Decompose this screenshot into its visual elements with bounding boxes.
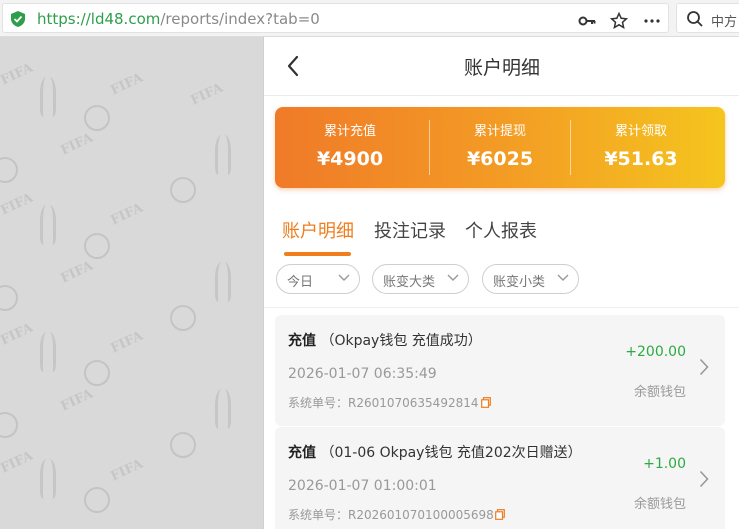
trophy-icon	[40, 205, 56, 245]
filter-label: 账变大类	[383, 275, 436, 290]
browser-toolbar: https://ld48.com/reports/index?tab=0 中方	[0, 0, 739, 37]
pattern-text: FIFA	[188, 80, 226, 109]
summary-value: ¥4900	[316, 148, 384, 170]
tab-bet-records[interactable]: 投注记录	[374, 217, 446, 243]
trophy-icon	[215, 389, 231, 429]
trophy-icon	[40, 459, 56, 499]
filter-change-subcategory[interactable]: 账变小类	[482, 264, 579, 294]
football-icon	[84, 233, 110, 259]
record-amount: +1.00	[643, 456, 686, 472]
football-icon	[170, 305, 196, 331]
chevron-down-icon	[338, 274, 350, 281]
active-tab-indicator	[284, 252, 351, 256]
filter-change-category[interactable]: 账变大类	[372, 264, 469, 294]
copy-icon[interactable]	[495, 509, 505, 520]
record-title: 充值 （Okpay钱包 充值成功）	[288, 330, 482, 350]
football-icon	[84, 360, 110, 386]
record-detail: （Okpay钱包 充值成功）	[320, 333, 482, 349]
summary-total-claimed: 累计领取 ¥51.63	[566, 107, 716, 188]
url-host: ld48.com	[90, 10, 161, 28]
browser-search[interactable]: 中方	[676, 3, 739, 33]
summary-label: 累计领取	[614, 124, 667, 139]
summary-label: 累计充值	[323, 124, 376, 139]
record-title: 充值 （01-06 Okpay钱包 充值202次日赠送）	[288, 442, 582, 462]
trophy-icon	[40, 77, 56, 117]
pattern-text: FIFA	[0, 320, 36, 349]
page-header: 账户明细	[264, 37, 739, 96]
pattern-text: FIFA	[108, 328, 146, 357]
chevron-down-icon	[557, 274, 569, 281]
more-icon[interactable]	[643, 12, 661, 30]
background-pattern: FIFA FIFA FIFA FIFA FIFA FIFA FIFA FIFA …	[0, 37, 263, 529]
football-icon	[170, 432, 196, 458]
summary-label: 累计提现	[473, 124, 526, 139]
summary-total-deposit: 累计充值 ¥4900	[275, 107, 425, 188]
record-type: 充值	[288, 445, 316, 461]
search-icon	[687, 11, 703, 27]
filter-date[interactable]: 今日	[276, 264, 360, 294]
football-icon	[84, 105, 110, 131]
copy-icon[interactable]	[481, 397, 491, 408]
pattern-text: FIFA	[108, 200, 146, 229]
football-icon	[0, 157, 18, 183]
filter-label: 账变小类	[493, 275, 546, 290]
filter-bar: 今日 账变大类 账变小类	[264, 259, 739, 308]
tab-bar: 账户明细 投注记录 个人报表	[264, 207, 739, 257]
football-icon	[0, 285, 18, 311]
record-type: 充值	[288, 333, 316, 349]
address-bar[interactable]: https://ld48.com/reports/index?tab=0	[2, 3, 669, 33]
page-title: 账户明细	[463, 57, 540, 79]
football-icon	[84, 487, 110, 513]
list-item[interactable]: 充值 （01-06 Okpay钱包 充值202次日赠送） 2026-01-07 …	[275, 427, 725, 529]
tab-personal-report[interactable]: 个人报表	[465, 217, 537, 243]
filter-label: 今日	[287, 275, 314, 290]
shield-icon[interactable]	[11, 11, 25, 27]
pattern-text: FIFA	[108, 456, 146, 485]
pattern-text: FIFA	[58, 130, 96, 159]
pattern-text: FIFA	[0, 448, 36, 477]
summary-value: ¥51.63	[604, 148, 678, 170]
record-order-number: 系统单号：R202601070100005698	[288, 508, 494, 522]
pattern-text: FIFA	[108, 70, 146, 99]
record-detail: （01-06 Okpay钱包 充值202次日赠送）	[320, 445, 582, 461]
summary-value: ¥6025	[466, 148, 534, 170]
pattern-text: FIFA	[58, 258, 96, 287]
record-list: 充值 （Okpay钱包 充值成功） 2026-01-07 06:35:49 系统…	[264, 309, 739, 529]
url-scheme: https://	[37, 10, 91, 28]
football-icon	[170, 177, 196, 203]
record-amount: +200.00	[625, 344, 686, 360]
record-time: 2026-01-07 01:00:01	[288, 478, 437, 494]
chevron-right-icon	[699, 470, 709, 488]
record-wallet: 余额钱包	[633, 385, 686, 400]
trophy-icon	[215, 135, 231, 175]
trophy-icon	[215, 262, 231, 302]
football-icon	[0, 412, 18, 438]
chevron-right-icon	[699, 358, 709, 376]
record-order-number: 系统单号：R2601070635492814	[288, 396, 479, 410]
list-item[interactable]: 充值 （Okpay钱包 充值成功） 2026-01-07 06:35:49 系统…	[275, 315, 725, 426]
search-placeholder: 中方	[711, 15, 738, 30]
tab-account-detail[interactable]: 账户明细	[282, 217, 354, 243]
trophy-icon	[40, 332, 56, 372]
pattern-text: FIFA	[58, 386, 96, 415]
summary-total-withdraw: 累计提现 ¥6025	[425, 107, 575, 188]
url-path: /reports/index?tab=0	[160, 10, 320, 28]
url-text[interactable]: https://ld48.com/reports/index?tab=0	[37, 10, 320, 28]
account-detail-panel: 账户明细 累计充值 ¥4900 累计提现 ¥6025 累计领取 ¥51.63 账…	[263, 37, 739, 529]
record-wallet: 余额钱包	[633, 497, 686, 512]
record-time: 2026-01-07 06:35:49	[288, 366, 437, 382]
key-icon[interactable]	[578, 12, 596, 30]
pattern-text: FIFA	[0, 190, 36, 219]
chevron-down-icon	[447, 274, 459, 281]
summary-card: 累计充值 ¥4900 累计提现 ¥6025 累计领取 ¥51.63	[275, 107, 725, 188]
pattern-text: FIFA	[0, 60, 36, 89]
star-icon[interactable]	[610, 12, 628, 30]
